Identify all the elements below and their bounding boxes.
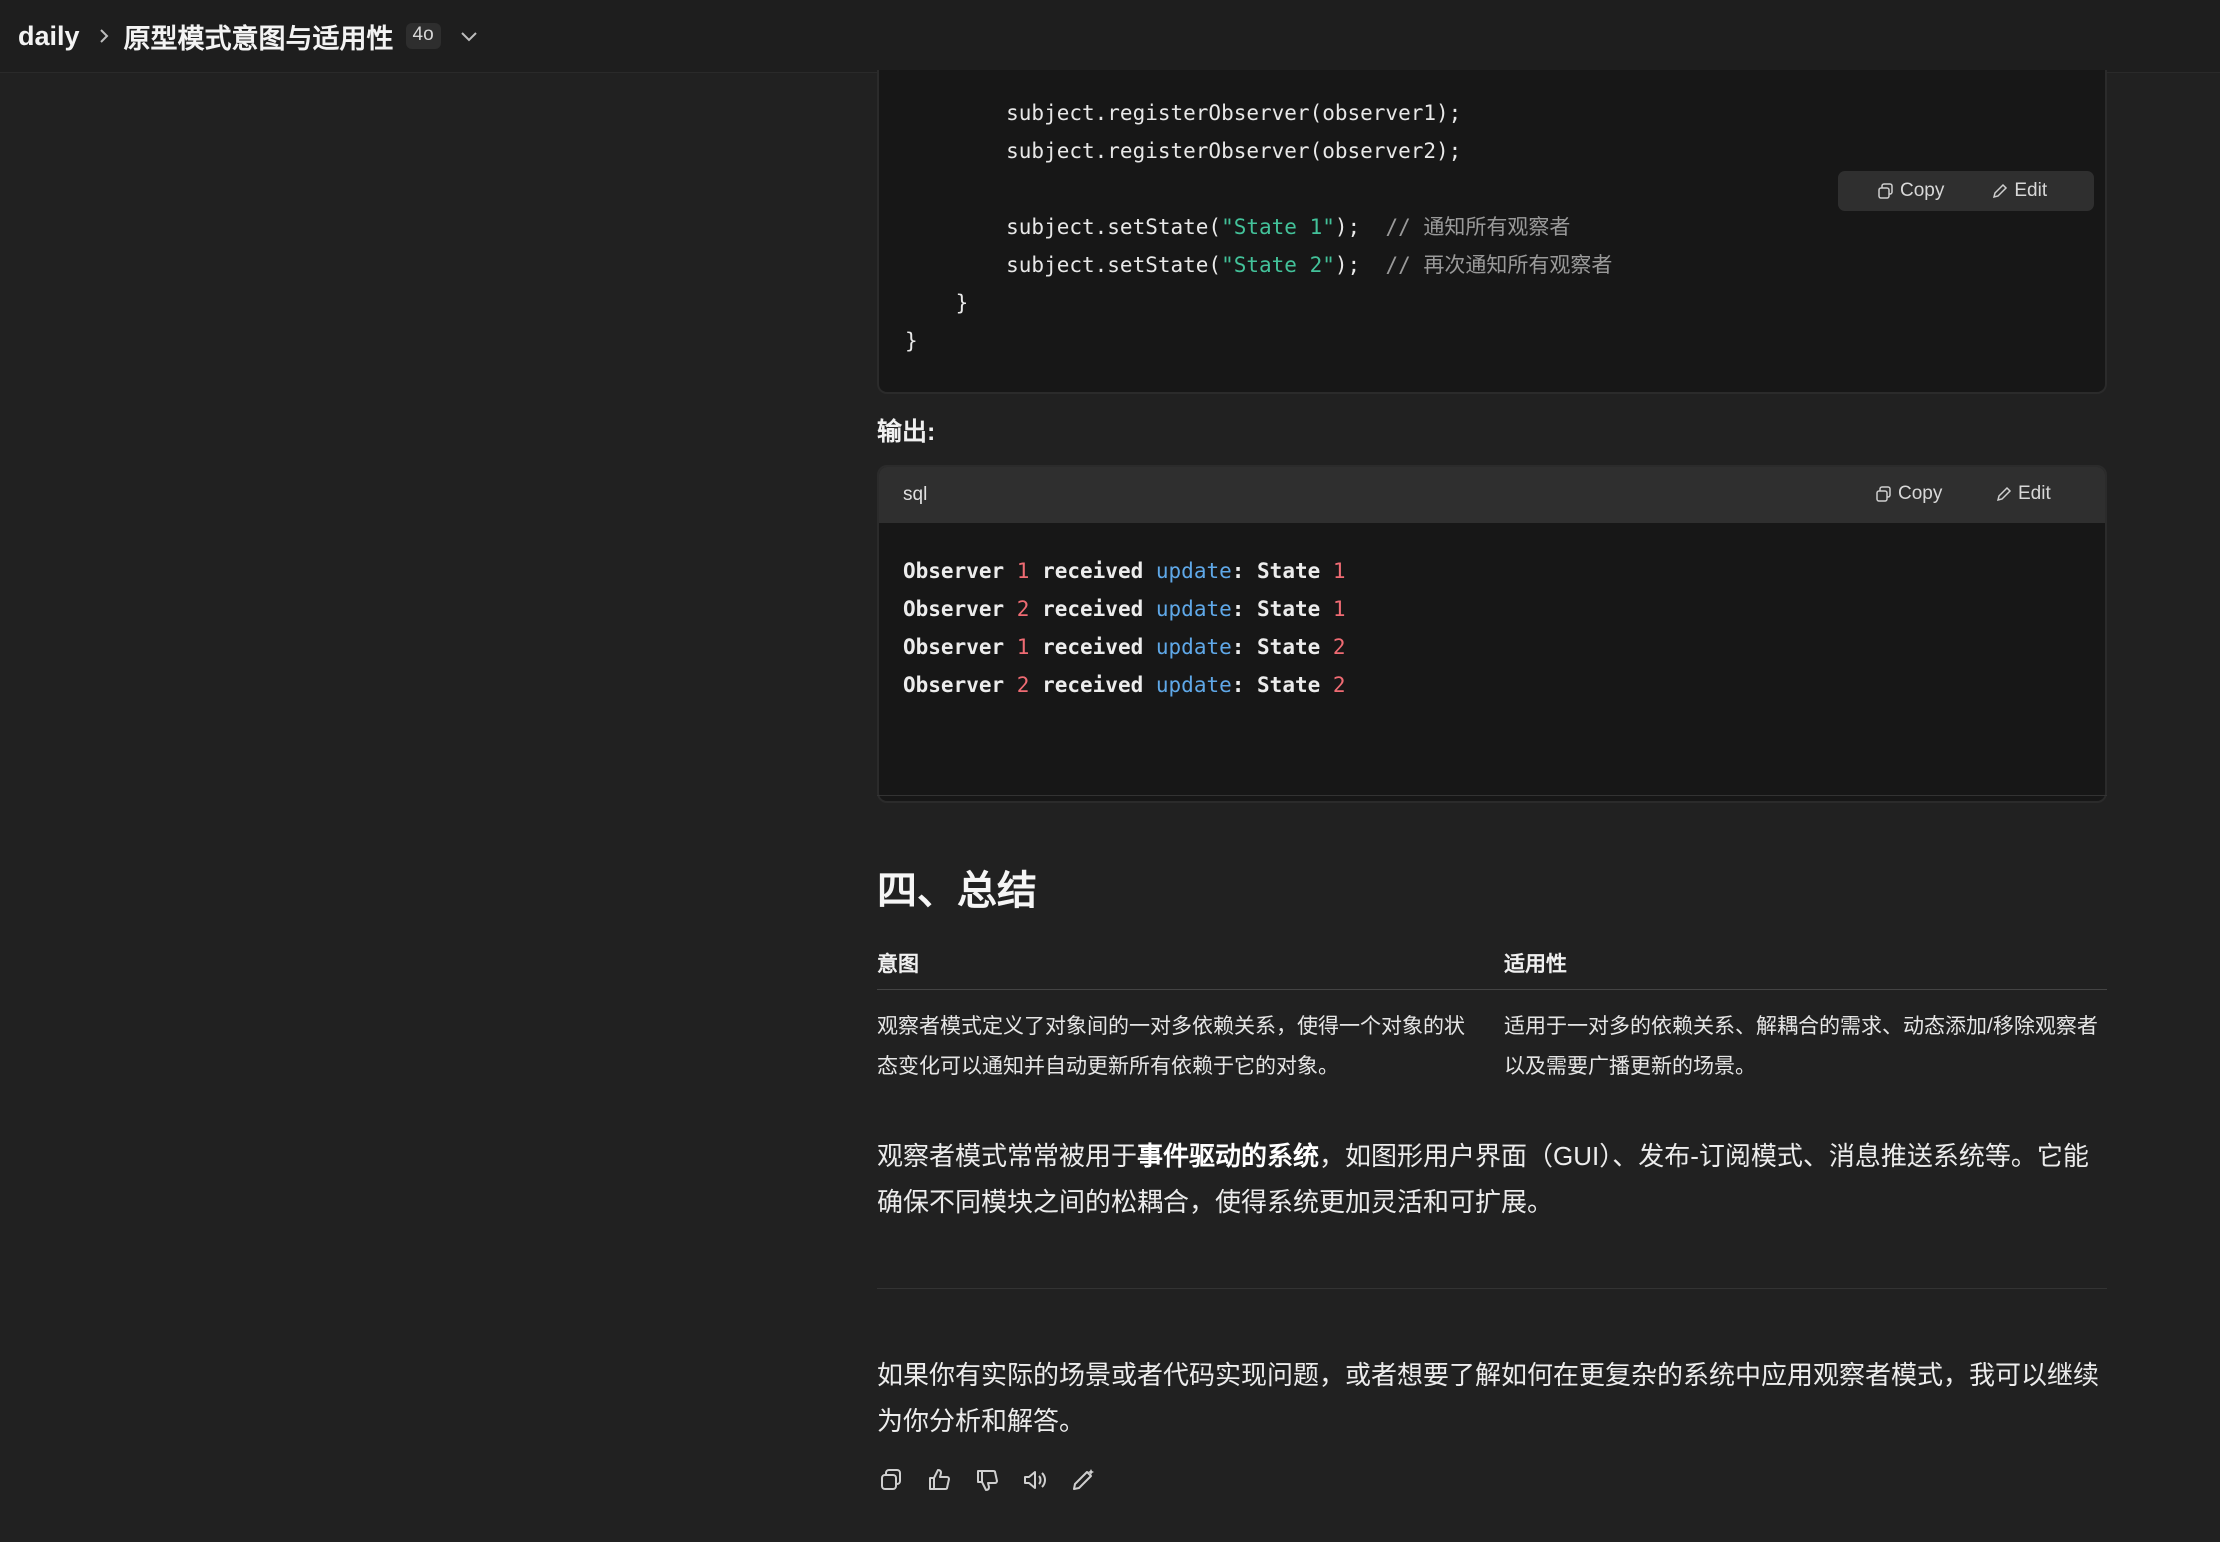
code-token: subject.setState( [905, 215, 1222, 239]
code-token: 2 [1332, 673, 1346, 697]
chat-title[interactable]: 原型模式意图与适用性 [124, 17, 394, 56]
copy-code-button[interactable]: Copy [1876, 483, 1942, 505]
code-token: // 再次通知所有观察者 [1385, 253, 1613, 277]
table-cell-intent: 观察者模式定义了对象间的一对多依赖关系，使得一个对象的状态变化可以通知并自动更新… [877, 1015, 1465, 1078]
table-header-intent: 意图 [877, 953, 919, 976]
code-token: "State 1" [1221, 215, 1335, 239]
code-token: : State [1231, 673, 1333, 697]
bold-text: 事件驱动的系统 [1137, 1141, 1320, 1171]
code-line: } [905, 322, 1612, 360]
code-lines: subject.registerObserver(observer1); sub… [905, 94, 1612, 360]
code-token: ); [1334, 253, 1386, 277]
copy-label: Copy [1900, 180, 1945, 201]
output-label: 输出: [877, 418, 936, 446]
code-token: update [1155, 559, 1232, 583]
code-lines: Observer 1 received update: State 1 Obser… [903, 552, 1346, 704]
code-block-header: sql Copy Edit [879, 467, 2105, 523]
edit-icon[interactable] [1069, 1466, 1097, 1494]
code-token: 2 [1016, 597, 1030, 621]
code-token: update [1155, 673, 1232, 697]
code-token: received [1029, 673, 1156, 697]
code-token: "State 2" [1221, 253, 1335, 277]
code-token: } [905, 329, 918, 353]
code-token: received [1029, 597, 1156, 621]
code-token: update [1155, 597, 1232, 621]
code-token: Observer [903, 559, 1017, 583]
copy-icon[interactable] [877, 1466, 905, 1494]
code-token: subject.registerObserver(observer1); [905, 101, 1462, 125]
section-heading: 四、总结 [877, 869, 1037, 913]
code-token: received [1029, 635, 1156, 659]
code-token: // 通知所有观察者 [1385, 215, 1571, 239]
code-line: Observer 2 received update: State 2 [903, 666, 1346, 704]
code-line: Observer 1 received update: State 1 [903, 552, 1346, 590]
code-line: subject.setState("State 2"); // 再次通知所有观察… [905, 246, 1612, 284]
code-line: Observer 1 received update: State 2 [903, 628, 1346, 666]
code-token: 2 [1332, 635, 1346, 659]
code-token: update [1155, 635, 1232, 659]
divider [877, 1288, 2107, 1289]
code-token: } [905, 291, 969, 315]
code-token: Observer [903, 635, 1017, 659]
code-line: ​ [905, 170, 1612, 208]
code-token: 1 [1332, 559, 1346, 583]
code-block-java: subject.registerObserver(observer1); sub… [877, 70, 2107, 394]
code-line: subject.registerObserver(observer1); [905, 94, 1612, 132]
table-cell-applicability: 适用于一对多的依赖关系、解耦合的需求、动态添加/移除观察者以及需要广播更新的场景… [1504, 1015, 2098, 1078]
breadcrumb-project[interactable]: daily [18, 21, 80, 52]
code-token: : State [1231, 559, 1333, 583]
thumbs-down-icon[interactable] [973, 1466, 1001, 1494]
edit-label: Edit [2014, 180, 2048, 201]
code-token: subject.setState( [905, 253, 1222, 277]
code-token: : State [1231, 597, 1333, 621]
code-token: received [1029, 559, 1156, 583]
code-block-actions: Copy Edit [1838, 171, 2094, 211]
model-badge: 4o [405, 23, 441, 49]
code-token: subject.registerObserver(observer2); [905, 139, 1462, 163]
copy-icon [1878, 183, 1893, 199]
copy-icon [1876, 486, 1891, 502]
code-token: Observer [903, 673, 1017, 697]
divider [877, 795, 2107, 796]
message-actions [877, 1466, 1117, 1494]
edit-label: Edit [2018, 483, 2051, 504]
table-header-rule [877, 989, 2107, 990]
edit-icon [1993, 183, 2008, 199]
code-token: 1 [1332, 597, 1346, 621]
code-line: subject.registerObserver(observer2); [905, 132, 1612, 170]
edit-icon [1996, 486, 2012, 502]
chevron-down-icon[interactable] [457, 24, 481, 48]
code-line: } [905, 284, 1612, 322]
read-aloud-icon[interactable] [1021, 1466, 1049, 1494]
closing-paragraph: 如果你有实际的场景或者代码实现问题，或者想要了解如何在更复杂的系统中应用观察者模… [877, 1360, 2100, 1436]
code-token: : State [1231, 635, 1333, 659]
code-token: 1 [1016, 559, 1030, 583]
code-token: 2 [1016, 673, 1030, 697]
chevron-right-icon [99, 29, 108, 43]
code-line: subject.setState("State 1"); // 通知所有观察者 [905, 208, 1612, 246]
code-block-sql: sql Copy Edit Observer 1 received update… [877, 465, 2107, 803]
copy-code-button[interactable]: Copy [1878, 180, 1944, 202]
edit-code-button[interactable]: Edit [1996, 483, 2051, 505]
code-token: ); [1334, 215, 1386, 239]
top-bar: daily 原型模式意图与适用性 4o [0, 0, 2220, 73]
table-header-applicability: 适用性 [1504, 953, 1567, 976]
code-language-label: sql [903, 484, 928, 505]
copy-label: Copy [1898, 483, 1943, 504]
edit-code-button[interactable]: Edit [1992, 180, 2047, 202]
thumbs-up-icon[interactable] [925, 1466, 953, 1494]
code-token: 1 [1016, 635, 1030, 659]
paragraph-text: 观察者模式常常被用于 [877, 1141, 1138, 1171]
code-line: Observer 2 received update: State 1 [903, 590, 1346, 628]
code-token: Observer [903, 597, 1017, 621]
summary-paragraph: 观察者模式常常被用于事件驱动的系统，如图形用户界面（GUI）、发布-订阅模式、消… [877, 1133, 2107, 1225]
